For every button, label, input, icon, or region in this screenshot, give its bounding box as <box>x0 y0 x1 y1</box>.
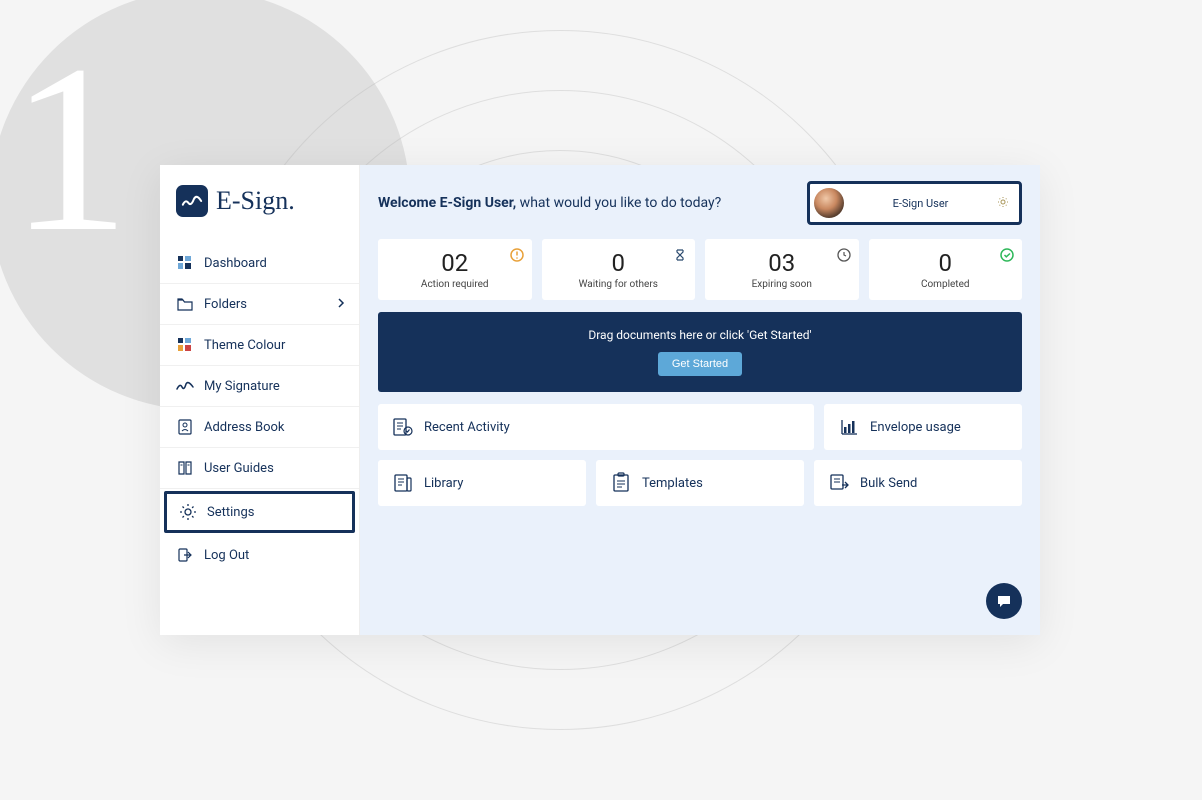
card-library[interactable]: Library <box>378 460 586 506</box>
chat-icon <box>995 592 1013 610</box>
stats-row: 02 Action required 0 Waiting for others … <box>378 239 1022 300</box>
bg-step-number: 1 <box>10 10 130 286</box>
logo-mark-icon <box>176 185 208 217</box>
stat-completed[interactable]: 0 Completed <box>869 239 1023 300</box>
sidebar-nav: Dashboard Folders Theme Colour <box>160 243 359 575</box>
stat-value: 02 <box>386 249 524 277</box>
get-started-button[interactable]: Get Started <box>658 352 742 376</box>
stat-expiring[interactable]: 03 Expiring soon <box>705 239 859 300</box>
sidebar-item-folders[interactable]: Folders <box>160 284 359 325</box>
sidebar-item-address-book[interactable]: Address Book <box>160 407 359 448</box>
bulk-send-icon <box>828 472 850 494</box>
book-icon <box>176 459 194 477</box>
welcome-bold: Welcome E-Sign User, <box>378 195 516 211</box>
stat-label: Expiring soon <box>713 279 851 290</box>
clock-icon <box>837 247 851 261</box>
sidebar-item-label: Folders <box>204 297 247 312</box>
chevron-right-icon <box>337 297 345 311</box>
card-label: Recent Activity <box>424 420 510 435</box>
alert-icon <box>510 247 524 261</box>
stat-label: Completed <box>877 279 1015 290</box>
stat-value: 0 <box>877 249 1015 277</box>
stat-value: 0 <box>550 249 688 277</box>
folder-icon <box>176 295 194 313</box>
logout-icon <box>176 546 194 564</box>
logo-text: E-Sign. <box>216 186 295 216</box>
signature-icon <box>176 377 194 395</box>
sidebar: E-Sign. Dashboard Folders <box>160 165 360 635</box>
check-circle-icon <box>1000 247 1014 261</box>
welcome-message: Welcome E-Sign User, what would you like… <box>378 195 721 211</box>
stat-label: Waiting for others <box>550 279 688 290</box>
stat-label: Action required <box>386 279 524 290</box>
sidebar-item-my-signature[interactable]: My Signature <box>160 366 359 407</box>
welcome-rest: what would you like to do today? <box>516 195 721 211</box>
card-bulk-send[interactable]: Bulk Send <box>814 460 1022 506</box>
sidebar-item-label: My Signature <box>204 379 280 394</box>
hourglass-icon <box>673 247 687 261</box>
main-content: Welcome E-Sign User, what would you like… <box>360 165 1040 635</box>
user-name: E-Sign User <box>884 197 957 210</box>
dashboard-icon <box>176 254 194 272</box>
stat-value: 03 <box>713 249 851 277</box>
dropzone-text: Drag documents here or click 'Get Starte… <box>394 328 1006 342</box>
address-book-icon <box>176 418 194 436</box>
stat-waiting[interactable]: 0 Waiting for others <box>542 239 696 300</box>
card-label: Bulk Send <box>860 476 917 491</box>
stat-action-required[interactable]: 02 Action required <box>378 239 532 300</box>
cards-row-1: Recent Activity Envelope usage <box>378 404 1022 450</box>
sidebar-item-settings[interactable]: Settings <box>164 491 355 533</box>
sidebar-item-label: Settings <box>207 505 254 520</box>
chat-fab[interactable] <box>986 583 1022 619</box>
sidebar-item-label: User Guides <box>204 461 274 476</box>
avatar <box>814 188 844 218</box>
app-window: E-Sign. Dashboard Folders <box>160 165 1040 635</box>
bar-chart-icon <box>838 416 860 438</box>
sidebar-item-label: Dashboard <box>204 256 267 271</box>
sidebar-item-label: Log Out <box>204 548 249 563</box>
cards-row-2: Library Templates Bulk Send <box>378 460 1022 506</box>
logo: E-Sign. <box>160 165 359 233</box>
card-envelope-usage[interactable]: Envelope usage <box>824 404 1022 450</box>
palette-icon <box>176 336 194 354</box>
card-label: Envelope usage <box>870 420 961 435</box>
sidebar-item-user-guides[interactable]: User Guides <box>160 448 359 489</box>
gear-icon[interactable] <box>997 196 1009 211</box>
card-templates[interactable]: Templates <box>596 460 804 506</box>
templates-icon <box>610 472 632 494</box>
sidebar-item-dashboard[interactable]: Dashboard <box>160 243 359 284</box>
sidebar-item-theme-colour[interactable]: Theme Colour <box>160 325 359 366</box>
gear-icon <box>179 503 197 521</box>
user-chip[interactable]: E-Sign User <box>807 181 1022 225</box>
recent-activity-icon <box>392 416 414 438</box>
card-recent-activity[interactable]: Recent Activity <box>378 404 814 450</box>
topbar: Welcome E-Sign User, what would you like… <box>378 181 1022 225</box>
sidebar-item-label: Address Book <box>204 420 284 435</box>
card-label: Templates <box>642 476 703 491</box>
library-icon <box>392 472 414 494</box>
sidebar-item-label: Theme Colour <box>204 338 285 353</box>
card-label: Library <box>424 476 463 491</box>
dropzone[interactable]: Drag documents here or click 'Get Starte… <box>378 312 1022 392</box>
sidebar-item-logout[interactable]: Log Out <box>160 535 359 575</box>
